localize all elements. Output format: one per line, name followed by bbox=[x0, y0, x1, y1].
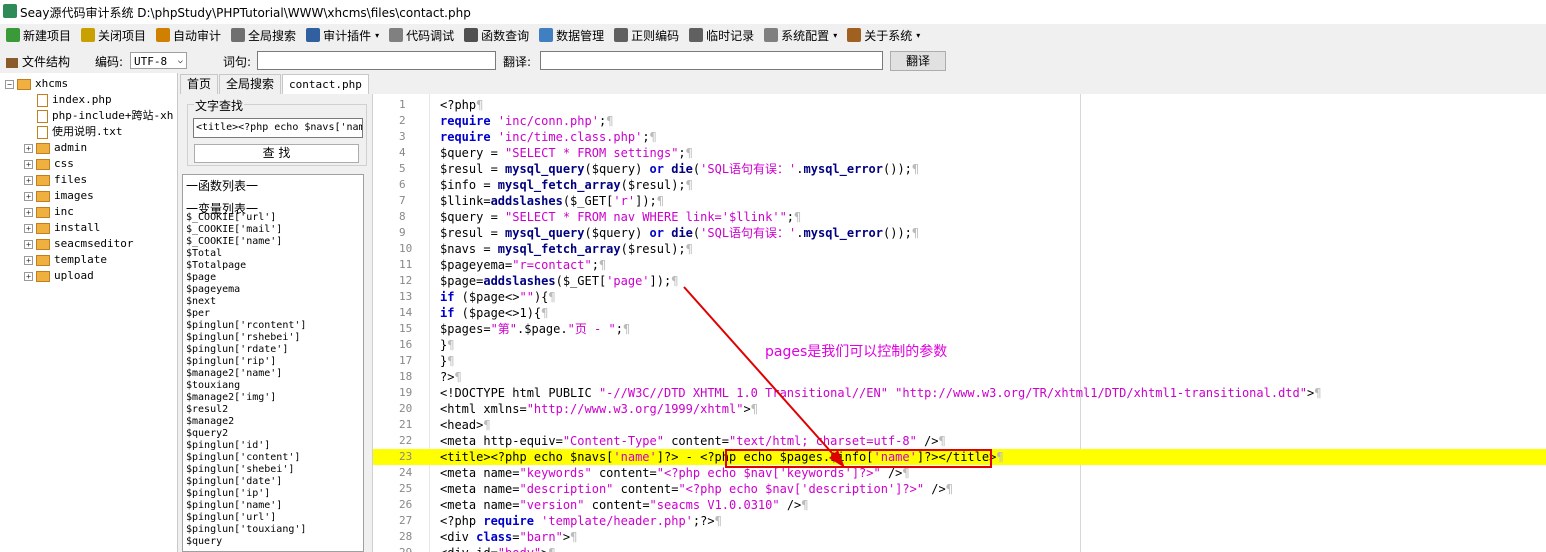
annotation-text: pages是我们可以控制的参数 bbox=[765, 344, 948, 360]
annotation-arrow bbox=[683, 286, 845, 468]
